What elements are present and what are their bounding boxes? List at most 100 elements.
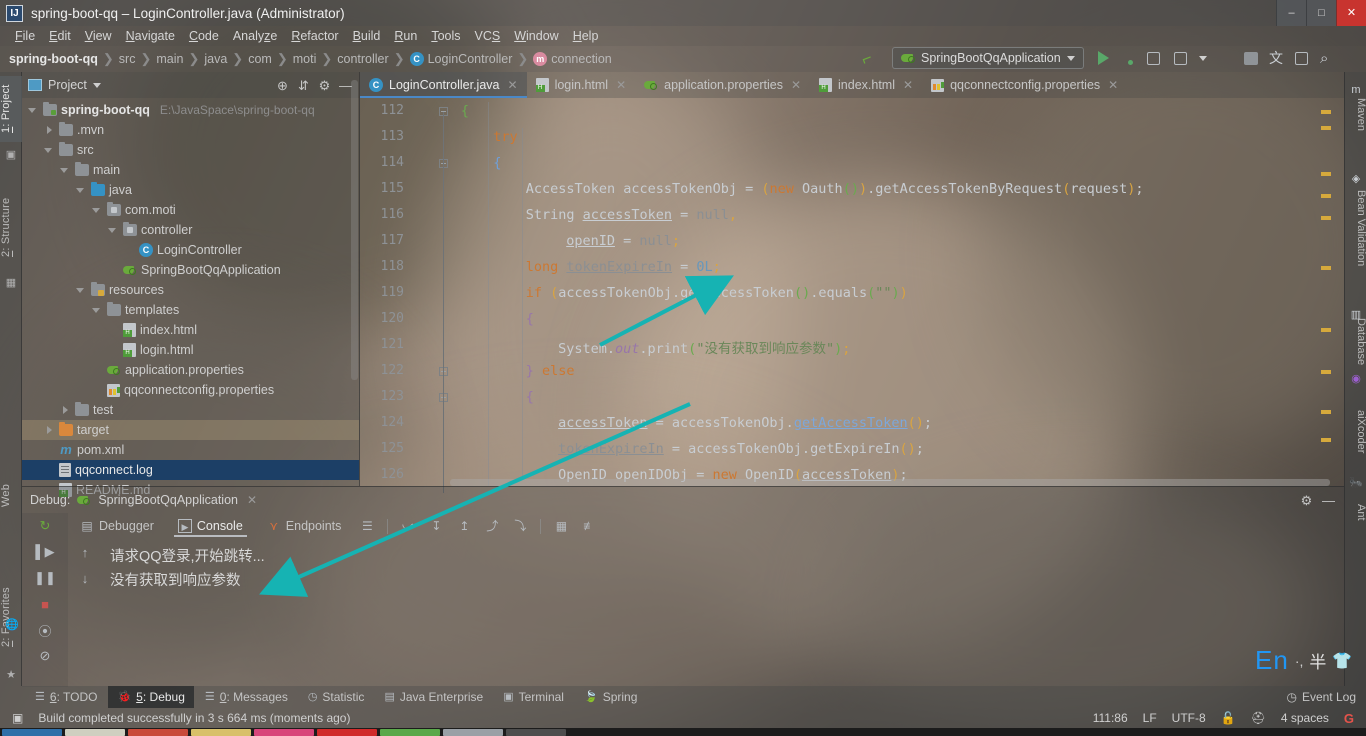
chevron-down-icon[interactable] bbox=[1199, 55, 1207, 61]
code-line[interactable]: { bbox=[493, 155, 501, 171]
chevron-down-icon[interactable] bbox=[108, 225, 119, 236]
breadcrumb-com[interactable]: com bbox=[245, 52, 275, 66]
editor-tab-logincontroller-java[interactable]: C LoginController.java ✕ bbox=[360, 72, 527, 98]
code-line[interactable]: { bbox=[461, 103, 469, 119]
drop-frame-icon[interactable]: ⤵ bbox=[513, 519, 527, 533]
code-marker[interactable] bbox=[1321, 194, 1331, 198]
close-button[interactable]: ✕ bbox=[1336, 0, 1366, 26]
menu-item-help[interactable]: Help bbox=[566, 26, 606, 46]
debug-tab-debugger[interactable]: ▤ Debugger bbox=[68, 513, 166, 539]
settings-gear-icon[interactable]: ⚙ bbox=[1299, 493, 1314, 508]
code-marker[interactable] bbox=[1321, 126, 1331, 130]
tree-node-main[interactable]: main bbox=[22, 160, 359, 180]
breadcrumb-src[interactable]: src bbox=[116, 52, 139, 66]
close-icon[interactable]: ✕ bbox=[247, 493, 257, 507]
taskbar-item[interactable] bbox=[254, 728, 314, 736]
code-marker[interactable] bbox=[1321, 370, 1331, 374]
tree-node-springbootqqapplication[interactable]: SpringBootQqApplication bbox=[22, 260, 359, 280]
line-separator[interactable]: LF bbox=[1139, 711, 1161, 725]
hector-inspection-icon[interactable]: ⛑ bbox=[1247, 711, 1270, 725]
mute-breakpoints-icon[interactable]: ≢ bbox=[582, 519, 596, 533]
chevron-down-icon[interactable] bbox=[92, 205, 103, 216]
tree-node-test[interactable]: test bbox=[22, 400, 359, 420]
code-line[interactable]: accessToken = accessTokenObj.getAccessTo… bbox=[558, 415, 932, 431]
translate-icon[interactable]: 文 bbox=[1269, 48, 1283, 68]
code-line[interactable]: String accessToken = null, bbox=[526, 207, 737, 223]
close-icon[interactable]: ✕ bbox=[508, 78, 518, 92]
menu-item-window[interactable]: Window bbox=[507, 26, 565, 46]
code-marker[interactable] bbox=[1321, 328, 1331, 332]
scroll-down-icon[interactable]: ↓ bbox=[68, 565, 102, 591]
left-tab-2-favorites[interactable]: 2: Favorites bbox=[0, 572, 22, 662]
breadcrumb-spring-boot-qq[interactable]: spring-boot-qq bbox=[6, 52, 101, 66]
taskbar-item[interactable] bbox=[317, 728, 377, 736]
code-marker[interactable] bbox=[1321, 110, 1331, 114]
tree-node-pom-xml[interactable]: m pom.xml bbox=[22, 440, 359, 460]
bottom-tab-6-todo[interactable]: ☰ 6: TODO bbox=[26, 686, 106, 708]
tree-node-login-html[interactable]: login.html bbox=[22, 340, 359, 360]
tree-node-application-properties[interactable]: application.properties bbox=[22, 360, 359, 380]
bottom-tab-statistic[interactable]: ◷ Statistic bbox=[299, 686, 374, 708]
code-line[interactable]: System.out.print("没有获取到响应参数"); bbox=[558, 337, 850, 357]
editor-tab-index-html[interactable]: index.html ✕ bbox=[810, 72, 922, 98]
run-icon[interactable] bbox=[1098, 51, 1109, 65]
editor-tab-application-properties[interactable]: application.properties ✕ bbox=[635, 72, 810, 98]
event-log-button[interactable]: ◷ Event Log bbox=[1286, 686, 1356, 708]
taskbar-item[interactable] bbox=[128, 728, 188, 736]
tree-node-src[interactable]: src bbox=[22, 140, 359, 160]
run-configuration-selector[interactable]: SpringBootQqApplication bbox=[892, 47, 1084, 69]
code-line[interactable]: AccessToken accessTokenObj = (new Oauth(… bbox=[526, 181, 1144, 197]
menu-item-tools[interactable]: Tools bbox=[424, 26, 467, 46]
console-icon[interactable] bbox=[1295, 51, 1308, 65]
chevron-down-icon[interactable] bbox=[60, 165, 71, 176]
chevron-down-icon[interactable] bbox=[76, 185, 87, 196]
pause-icon[interactable]: ❚❚ bbox=[22, 565, 68, 591]
menu-item-code[interactable]: Code bbox=[182, 26, 226, 46]
chevron-right-icon[interactable] bbox=[60, 405, 71, 416]
step-out-icon[interactable]: ⤴ bbox=[485, 519, 499, 533]
code-marker[interactable] bbox=[1321, 172, 1331, 176]
left-tab-web[interactable]: Web bbox=[0, 472, 22, 518]
tree-node-spring-boot-qq[interactable]: spring-boot-qq E:\JavaSpace\spring-boot-q… bbox=[22, 100, 359, 120]
chevron-right-icon[interactable] bbox=[44, 425, 55, 436]
tree-node-logincontroller[interactable]: C LoginController bbox=[22, 240, 359, 260]
project-tree-scrollbar[interactable] bbox=[351, 80, 358, 380]
bottom-tab-5-debug[interactable]: 🐞 5: Debug bbox=[108, 686, 194, 708]
debug-tab-endpoints[interactable]: ⋎ Endpoints bbox=[255, 513, 354, 539]
tree-node-resources[interactable]: resources bbox=[22, 280, 359, 300]
tree-node--mvn[interactable]: .mvn bbox=[22, 120, 359, 140]
caret-position[interactable]: 111:86 bbox=[1089, 711, 1132, 725]
layout-icon[interactable]: ☰ bbox=[360, 519, 374, 533]
debug-icon[interactable] bbox=[1119, 50, 1135, 66]
tree-node-java[interactable]: java bbox=[22, 180, 359, 200]
right-tab-aixcoder[interactable]: aiXcoder bbox=[1345, 392, 1366, 472]
stop-icon[interactable] bbox=[1217, 50, 1233, 66]
editor-marker-bar[interactable] bbox=[1320, 98, 1332, 486]
hide-icon[interactable]: — bbox=[1321, 493, 1336, 508]
menu-item-edit[interactable]: Edit bbox=[42, 26, 78, 46]
right-tab-ant[interactable]: Ant bbox=[1345, 492, 1366, 532]
taskbar-item[interactable] bbox=[380, 728, 440, 736]
bottom-tab-0-messages[interactable]: ☰ 0: Messages bbox=[196, 686, 297, 708]
indent-setting[interactable]: 4 spaces bbox=[1277, 711, 1333, 725]
code-marker[interactable] bbox=[1321, 266, 1331, 270]
collapse-all-icon[interactable]: ⇵ bbox=[296, 78, 311, 93]
editor-tab-qqconnectconfig-properties[interactable]: qqconnectconfig.properties ✕ bbox=[922, 72, 1127, 98]
close-icon[interactable]: ✕ bbox=[1108, 78, 1118, 92]
close-icon[interactable]: ✕ bbox=[791, 78, 801, 92]
chevron-down-icon[interactable] bbox=[92, 82, 101, 88]
tree-node-qqconnectconfig-properties[interactable]: qqconnectconfig.properties bbox=[22, 380, 359, 400]
rerun-icon[interactable]: ↻ bbox=[22, 513, 68, 539]
breadcrumb-moti[interactable]: moti bbox=[290, 52, 320, 66]
chevron-right-icon[interactable] bbox=[44, 125, 55, 136]
menu-item-refactor[interactable]: Refactor bbox=[284, 26, 345, 46]
minimize-button[interactable]: – bbox=[1276, 0, 1306, 26]
menu-item-build[interactable]: Build bbox=[346, 26, 388, 46]
build-project-icon[interactable] bbox=[1244, 51, 1258, 65]
breadcrumb-main[interactable]: main bbox=[153, 52, 186, 66]
search-everywhere-icon[interactable]: ⌕ bbox=[1320, 50, 1328, 67]
tree-node-com-moti[interactable]: com.moti bbox=[22, 200, 359, 220]
menu-item-run[interactable]: Run bbox=[387, 26, 424, 46]
code-content[interactable]: {try {AccessToken accessTokenObj = (new O… bbox=[448, 98, 1344, 486]
left-tab-1-project[interactable]: 1: Project bbox=[0, 76, 22, 142]
